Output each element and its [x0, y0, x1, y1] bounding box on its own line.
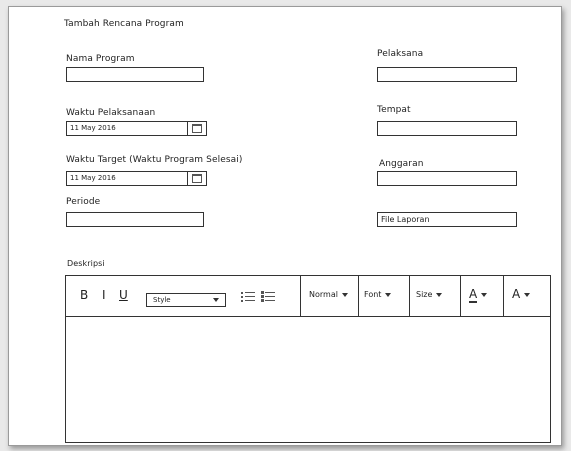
chevron-down-icon: [341, 292, 348, 297]
chevron-down-icon: [524, 292, 531, 297]
italic-button[interactable]: I: [102, 288, 106, 302]
waktu-pelaksanaan-value: 11 May 2016: [70, 124, 116, 132]
calendar-icon[interactable]: [187, 172, 206, 185]
style-select[interactable]: Style: [146, 293, 226, 307]
bullet-list-icon[interactable]: [241, 290, 255, 304]
chevron-down-icon: [385, 292, 392, 297]
font-select-value: Font: [364, 290, 382, 299]
tempat-input[interactable]: [377, 121, 517, 136]
nama-program-input[interactable]: [66, 67, 204, 82]
font-select[interactable]: Font: [364, 290, 392, 299]
font-color-icon: A: [469, 287, 478, 303]
rich-text-editor[interactable]: B I U Style Normal Font Size A A: [65, 275, 551, 443]
underline-button[interactable]: U: [119, 288, 128, 302]
background-color-button[interactable]: A: [512, 287, 531, 301]
form-panel: Tambah Rencana Program Nama Program Wakt…: [8, 6, 562, 446]
chevron-down-icon: [481, 292, 488, 297]
toolbar-divider: [358, 276, 359, 316]
pelaksana-label: Pelaksana: [377, 49, 424, 59]
toolbar-divider: [409, 276, 410, 316]
anggaran-label: Anggaran: [379, 159, 424, 169]
waktu-target-datepicker[interactable]: 11 May 2016: [66, 171, 207, 186]
size-select-value: Size: [416, 290, 433, 299]
anggaran-input[interactable]: [377, 171, 517, 186]
waktu-target-value: 11 May 2016: [70, 174, 116, 182]
editor-content-area[interactable]: [66, 317, 550, 442]
paragraph-select-value: Normal: [309, 290, 338, 299]
toolbar-divider: [300, 276, 301, 316]
bold-button[interactable]: B: [80, 288, 88, 302]
tempat-label: Tempat: [377, 105, 411, 115]
deskripsi-label: Deskripsi: [67, 259, 105, 268]
style-select-value: Style: [153, 296, 171, 304]
background-color-icon: A: [512, 287, 521, 301]
pelaksana-input[interactable]: [377, 67, 517, 82]
chevron-down-icon: [213, 298, 219, 302]
periode-input[interactable]: [66, 212, 204, 227]
numbered-list-icon[interactable]: [261, 290, 275, 304]
calendar-icon[interactable]: [187, 122, 206, 135]
editor-toolbar: B I U Style Normal Font Size A A: [66, 276, 550, 317]
font-color-button[interactable]: A: [469, 287, 488, 303]
toolbar-divider: [503, 276, 504, 316]
paragraph-select[interactable]: Normal: [309, 290, 348, 299]
size-select[interactable]: Size: [416, 290, 443, 299]
nama-program-label: Nama Program: [66, 54, 135, 64]
form-title: Tambah Rencana Program: [64, 19, 184, 29]
waktu-pelaksanaan-datepicker[interactable]: 11 May 2016: [66, 121, 207, 136]
periode-label: Periode: [66, 197, 101, 207]
waktu-target-label: Waktu Target (Waktu Program Selesai): [66, 155, 243, 165]
file-laporan-input[interactable]: File Laporan: [377, 212, 517, 227]
toolbar-divider: [460, 276, 461, 316]
chevron-down-icon: [436, 292, 443, 297]
waktu-pelaksanaan-label: Waktu Pelaksanaan: [66, 108, 156, 118]
